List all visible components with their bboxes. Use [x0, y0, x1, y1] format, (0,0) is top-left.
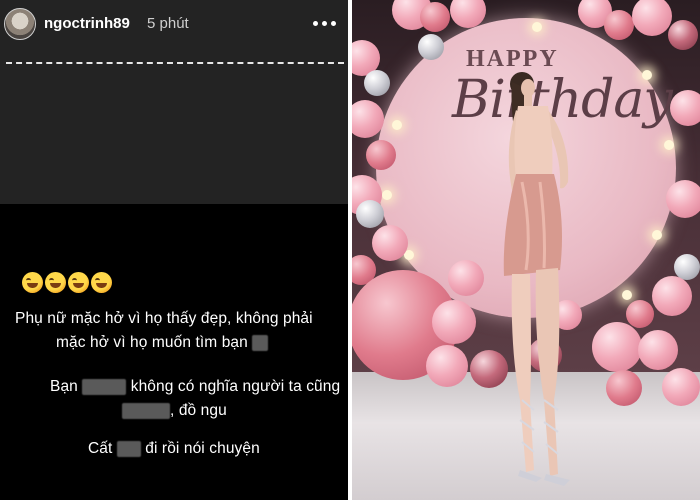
instagram-story: ngoctrinh89 5 phút Phụ nữ mặc hở vì họ t…	[0, 0, 348, 500]
balloon	[418, 34, 444, 60]
censored-word	[252, 334, 269, 351]
story-line-1: Phụ nữ mặc hở vì họ thấy đẹp, không phải	[15, 310, 313, 327]
username[interactable]: ngoctrinh89	[44, 15, 130, 32]
story-header: ngoctrinh89 5 phút	[0, 0, 348, 56]
story-line-2-text: mặc hở vì họ muốn tìm bạn	[56, 334, 248, 351]
light-bulb	[622, 290, 632, 300]
balloon	[426, 345, 468, 387]
balloon	[432, 300, 476, 344]
laughing-emoji-icon	[45, 272, 66, 293]
light-bulb	[664, 140, 674, 150]
story-line-3: Bạn không có nghĩa người ta cũng	[50, 378, 340, 396]
light-bulb	[532, 22, 542, 32]
balloon	[364, 70, 390, 96]
balloon	[372, 225, 408, 261]
laughing-emoji-icon	[68, 272, 89, 293]
story-line-2: mặc hở vì họ muốn tìm bạn	[56, 334, 269, 352]
blank-story-area	[0, 66, 348, 204]
sign-happy-text: HAPPY	[466, 46, 559, 72]
laughing-emoji-icon	[22, 272, 43, 293]
balloon	[626, 300, 654, 328]
light-bulb	[652, 230, 662, 240]
balloon	[356, 200, 384, 228]
story-line-4: , đồ ngu	[122, 402, 227, 420]
balloon	[632, 0, 672, 36]
story-line-4-text: , đồ ngu	[170, 402, 227, 419]
light-bulb	[392, 120, 402, 130]
balloon	[668, 20, 698, 50]
balloon	[652, 276, 692, 316]
balloon	[420, 2, 450, 32]
censored-word	[116, 440, 141, 457]
balloon	[666, 180, 700, 218]
story-line-5: Cất đi rồi nói chuyện	[88, 440, 260, 458]
balloon	[662, 368, 700, 406]
laughing-emoji-icon	[91, 272, 112, 293]
story-line-5a: Cất	[88, 440, 113, 457]
dashed-divider	[6, 62, 344, 64]
balloon	[638, 330, 678, 370]
woman-figure	[503, 72, 570, 486]
more-horizontal-icon[interactable]	[313, 14, 337, 34]
balloon	[366, 140, 396, 170]
balloon	[606, 370, 642, 406]
story-line-3b: không có nghĩa người ta cũng	[130, 378, 341, 395]
avatar[interactable]	[4, 8, 36, 40]
story-line-5b: đi rồi nói chuyện	[145, 440, 260, 457]
censored-word	[122, 402, 170, 419]
balloon	[448, 260, 484, 296]
post-time: 5 phút	[147, 15, 189, 32]
balloon	[604, 10, 634, 40]
censored-word	[82, 378, 127, 395]
balloon	[670, 90, 700, 126]
light-bulb	[382, 190, 392, 200]
story-line-3a: Bạn	[50, 378, 78, 395]
birthday-photo: HAPPY Birthday	[352, 0, 700, 500]
emoji-row	[22, 272, 112, 296]
